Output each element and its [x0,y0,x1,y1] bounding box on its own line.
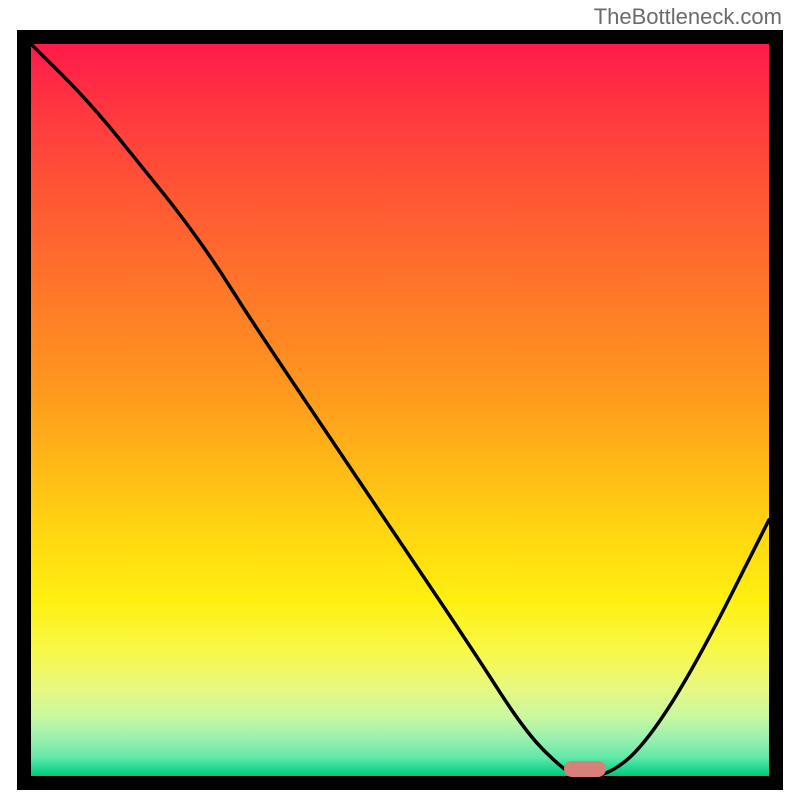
chart-frame [17,30,783,790]
chart-container: TheBottleneck.com [0,0,800,800]
optimal-marker [564,761,606,777]
watermark-text: TheBottleneck.com [594,4,782,30]
curve-svg [31,44,769,776]
main-curve [31,44,769,776]
plot-area [31,44,769,776]
